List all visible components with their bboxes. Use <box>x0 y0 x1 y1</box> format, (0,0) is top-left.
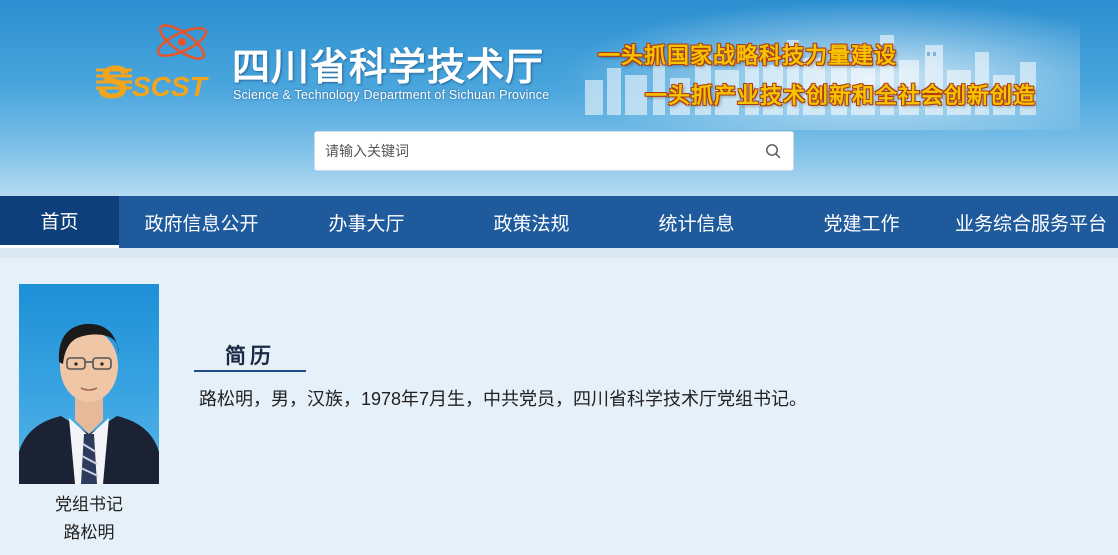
logo-text: SCST <box>132 71 210 102</box>
nav-item-gov-info[interactable]: 政府信息公开 <box>119 196 284 248</box>
resume-heading: 简历 <box>194 340 306 372</box>
scst-logo[interactable]: S SCST <box>92 18 227 102</box>
profile-role: 党组书记 <box>55 495 123 514</box>
header-banner: S SCST 四川省科学技术厅 Science & Technology Dep… <box>0 0 1118 196</box>
portrait-illustration <box>19 323 159 484</box>
nav-divider <box>0 248 1118 258</box>
nav-item-policies[interactable]: 政策法规 <box>449 196 614 248</box>
slogan-line-1: 一头抓国家战略科技力量建设 <box>598 43 898 68</box>
site-title[interactable]: 四川省科学技术厅 <box>232 36 544 91</box>
main-nav: 首页 政府信息公开 办事大厅 政策法规 统计信息 党建工作 业务综合服务平台 <box>0 196 1118 248</box>
nav-item-party-work[interactable]: 党建工作 <box>779 196 944 248</box>
profile-name: 路松明 <box>63 523 115 542</box>
nav-item-service-hall[interactable]: 办事大厅 <box>284 196 449 248</box>
slogan-line-2: 一头抓产业技术创新和全社会创新创造 <box>645 83 1037 108</box>
search-icon[interactable] <box>753 132 793 170</box>
nav-item-service-platform[interactable]: 业务综合服务平台 <box>944 196 1118 248</box>
site-subtitle: Science & Technology Department of Sichu… <box>233 88 550 102</box>
resume-text: 路松明，男，汉族，1978年7月生，中共党员，四川省科学技术厅党组书记。 <box>199 389 808 409</box>
nav-item-statistics[interactable]: 统计信息 <box>614 196 779 248</box>
search-input[interactable] <box>315 132 753 170</box>
search-box <box>314 131 794 171</box>
profile-photo <box>19 284 159 484</box>
svg-text:S: S <box>98 56 129 102</box>
nav-item-home[interactable]: 首页 <box>0 196 119 248</box>
